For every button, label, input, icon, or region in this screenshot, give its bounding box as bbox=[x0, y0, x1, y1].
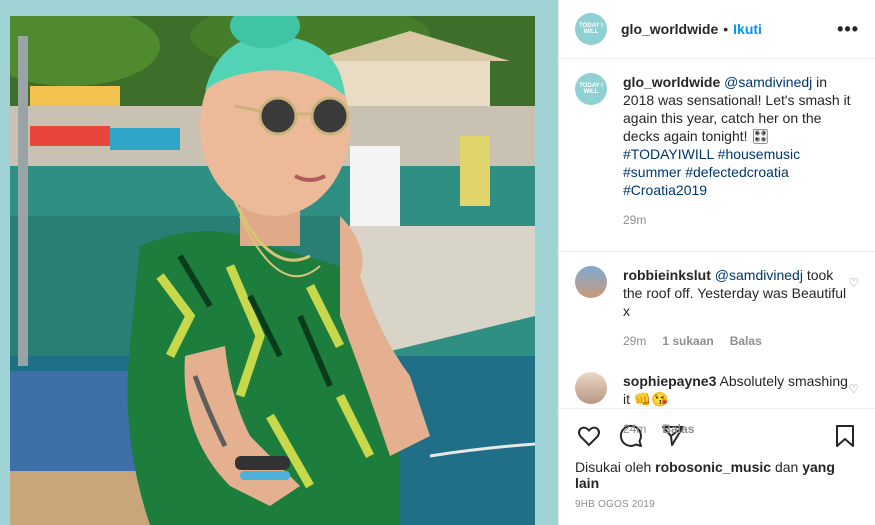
heart-small-icon[interactable]: ♡ bbox=[848, 276, 859, 290]
caption-body: glo_worldwide @samdivinedj in 2018 was s… bbox=[623, 73, 853, 229]
post-header: TODAY I WILL glo_worldwide • Ikuti ••• bbox=[559, 0, 875, 59]
post-photo[interactable] bbox=[10, 16, 535, 525]
comment-username[interactable]: sophiepayne3 bbox=[623, 373, 716, 389]
author-username[interactable]: glo_worldwide bbox=[621, 21, 718, 37]
likes-summary: Disukai oleh robosonic_music dan yang la… bbox=[559, 459, 875, 491]
heart-small-icon[interactable]: ♡ bbox=[848, 382, 859, 396]
reply-button[interactable]: Balas bbox=[730, 332, 762, 350]
caption-avatar-text: TODAY I WILL bbox=[579, 83, 603, 95]
reply-button[interactable]: Balas bbox=[662, 420, 694, 438]
comment-mention[interactable]: @samdivinedj bbox=[715, 267, 803, 283]
comment-item: robbieinkslut @samdivinedj took the roof… bbox=[575, 266, 859, 350]
comment-likes[interactable]: 1 sukaan bbox=[662, 332, 713, 350]
comment-item: sophiepayne3 Absolutely smashing it 👊😘 2… bbox=[575, 372, 859, 438]
comment-meta: 29m 1 sukaan Balas bbox=[623, 332, 853, 350]
comment-username[interactable]: robbieinkslut bbox=[623, 267, 711, 283]
caption-emoji: 🎛 bbox=[751, 128, 770, 144]
photo-illustration bbox=[10, 16, 535, 525]
comment-meta: 24m Balas bbox=[623, 420, 853, 438]
comment-section: TODAY I WILL glo_worldwide @samdivinedj … bbox=[559, 59, 875, 436]
caption-time[interactable]: 29m bbox=[623, 211, 646, 229]
caption-meta: 29m bbox=[623, 211, 853, 229]
caption-hashtags[interactable]: #TODAYIWILL #housemusic #summer #defecte… bbox=[623, 146, 800, 198]
caption-mention[interactable]: @samdivinedj bbox=[724, 74, 812, 90]
post-caption: TODAY I WILL glo_worldwide @samdivinedj … bbox=[575, 73, 859, 229]
likes-user[interactable]: robosonic_music bbox=[655, 459, 771, 475]
comment-avatar[interactable] bbox=[575, 372, 607, 404]
separator-dot: • bbox=[723, 21, 729, 37]
comment-time[interactable]: 29m bbox=[623, 332, 646, 350]
post-date[interactable]: 9HB OGOS 2019 bbox=[559, 499, 875, 510]
post-panel: TODAY I WILL glo_worldwide • Ikuti ••• T… bbox=[558, 0, 875, 525]
photo-frame bbox=[0, 0, 558, 525]
follow-button[interactable]: Ikuti bbox=[733, 21, 762, 37]
caption-divider bbox=[559, 251, 875, 252]
likes-prefix: Disukai oleh bbox=[575, 459, 656, 475]
author-avatar[interactable]: TODAY I WILL bbox=[575, 13, 607, 45]
comment-body: robbieinkslut @samdivinedj took the roof… bbox=[623, 266, 853, 350]
comment-avatar[interactable] bbox=[575, 266, 607, 298]
caption-avatar[interactable]: TODAY I WILL bbox=[575, 73, 607, 105]
comment-body: sophiepayne3 Absolutely smashing it 👊😘 2… bbox=[623, 372, 853, 438]
author-avatar-text: TODAY I WILL bbox=[579, 23, 603, 35]
more-icon[interactable]: ••• bbox=[837, 19, 859, 40]
likes-middle: dan bbox=[771, 459, 803, 475]
caption-username[interactable]: glo_worldwide bbox=[623, 74, 720, 90]
comment-time[interactable]: 24m bbox=[623, 420, 646, 438]
